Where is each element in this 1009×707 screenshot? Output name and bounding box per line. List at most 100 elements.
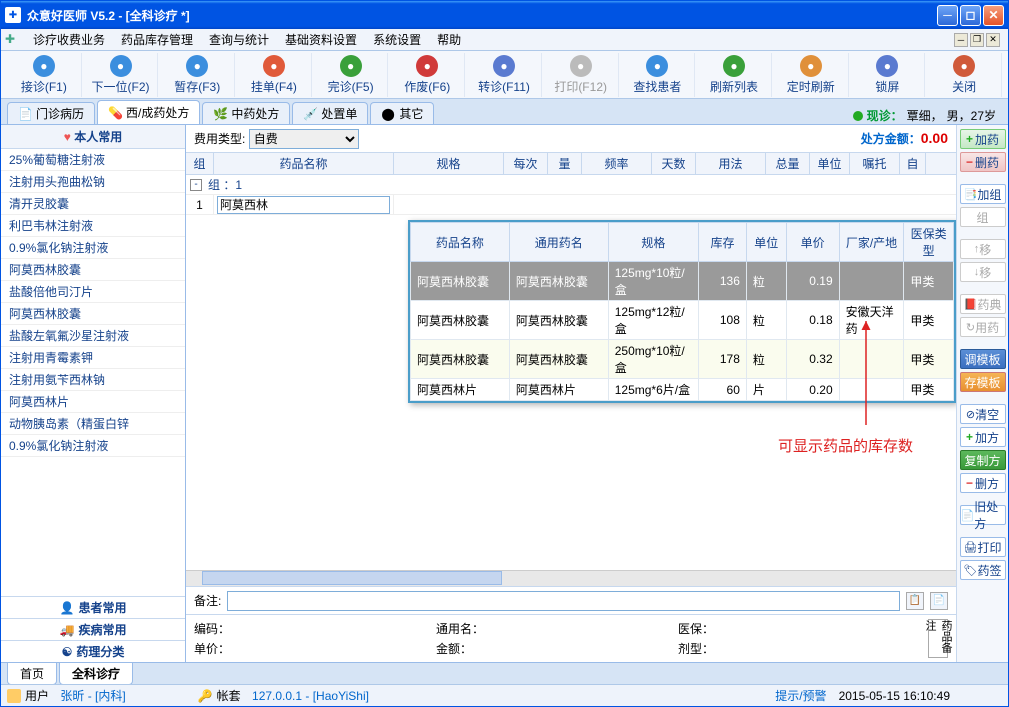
popup-col-header[interactable]: 厂家/产地 — [839, 223, 904, 262]
sidebar-drug-item[interactable]: 利巴韦林注射液 — [1, 215, 185, 237]
toolbar-button[interactable]: ●完诊(F5) — [314, 53, 389, 97]
mdi-minimize[interactable]: ─ — [954, 33, 968, 47]
sidebar-footer-disease[interactable]: 🚚疾病常用 — [1, 618, 185, 640]
print-button[interactable]: 🖨打印 — [960, 537, 1006, 557]
collapse-icon[interactable]: - — [190, 179, 202, 191]
drug-name-input[interactable] — [217, 196, 390, 214]
load-template-button[interactable]: 调模板 — [960, 349, 1006, 369]
popup-col-header[interactable]: 医保类型 — [904, 223, 954, 262]
toolbar-button[interactable]: ●接诊(F1) — [7, 53, 82, 97]
memo-action-2[interactable]: 📄 — [930, 592, 948, 610]
popup-col-header[interactable]: 单价 — [786, 223, 839, 262]
sidebar-footer-patient[interactable]: 👤患者常用 — [1, 596, 185, 618]
menu-item[interactable]: 基础资料设置 — [277, 29, 365, 50]
tab-western-rx[interactable]: 💊西/成药处方 — [97, 100, 200, 124]
del-drug-button[interactable]: −删药 — [960, 152, 1006, 172]
toolbar-button[interactable]: ●转诊(F11) — [467, 53, 542, 97]
menu-item[interactable]: 诊疗收费业务 — [25, 29, 113, 50]
toolbar-button[interactable]: ●作废(F6) — [390, 53, 465, 97]
popup-col-header[interactable]: 通用药名 — [509, 223, 608, 262]
sign-button[interactable]: 🏷药签 — [960, 560, 1006, 580]
grid-col-header[interactable]: 天数 — [652, 153, 696, 174]
memo-action-1[interactable]: 📋 — [906, 592, 924, 610]
toolbar-button[interactable]: ●挂单(F4) — [237, 53, 312, 97]
menubar: ✚ 诊疗收费业务 药品库存管理 查询与统计 基础资料设置 系统设置 帮助 ─ ❐… — [1, 29, 1008, 51]
sidebar-drug-item[interactable]: 阿莫西林胶囊 — [1, 303, 185, 325]
sidebar-drug-item[interactable]: 0.9%氯化钠注射液 — [1, 435, 185, 457]
yin-yang-icon: ☯ — [62, 645, 73, 659]
sidebar-footer-category[interactable]: ☯药理分类 — [1, 640, 185, 662]
add-rx-button[interactable]: +加方 — [960, 427, 1006, 447]
grid-header: 组药品名称规格每次量频率天数用法总量单位嘱托自 — [186, 153, 956, 175]
add-group-button[interactable]: 📑加组 — [960, 184, 1006, 204]
menu-item[interactable]: 药品库存管理 — [113, 29, 201, 50]
toolbar-button[interactable]: ●刷新列表 — [697, 53, 772, 97]
grid-col-header[interactable]: 单位 — [810, 153, 850, 174]
tab-other[interactable]: ⬤其它 — [370, 102, 434, 124]
popup-col-header[interactable]: 药品名称 — [411, 223, 510, 262]
grid-col-header[interactable]: 频率 — [582, 153, 652, 174]
copy-rx-button[interactable]: 复制方 — [960, 450, 1006, 470]
menu-item[interactable]: 查询与统计 — [201, 29, 277, 50]
grid-col-header[interactable]: 用法 — [696, 153, 766, 174]
bottom-tab-clinic[interactable]: 全科诊疗 — [59, 662, 133, 685]
sidebar-drug-item[interactable]: 盐酸倍他司汀片 — [1, 281, 185, 303]
popup-col-header[interactable]: 规格 — [608, 223, 698, 262]
menu-item[interactable]: 系统设置 — [365, 29, 429, 50]
horizontal-scrollbar[interactable] — [186, 570, 956, 586]
alert-link[interactable]: 提示/预警 — [775, 687, 826, 704]
tab-treatment[interactable]: 💉处置单 — [292, 102, 368, 124]
grid-col-header[interactable]: 组 — [186, 153, 214, 174]
old-rx-button[interactable]: 📄旧处方 — [960, 505, 1006, 525]
sidebar-drug-item[interactable]: 注射用氨苄西林钠 — [1, 369, 185, 391]
grid-col-header[interactable]: 每次 — [504, 153, 548, 174]
tab-chinese-rx[interactable]: 🌿中药处方 — [202, 102, 290, 124]
sidebar-drug-item[interactable]: 25%葡萄糖注射液 — [1, 149, 185, 171]
use-drug-button: ↻用药 — [960, 317, 1006, 337]
grid-col-header[interactable]: 嘱托 — [850, 153, 900, 174]
toolbar-button[interactable]: ●关闭 — [927, 53, 1002, 97]
clear-button[interactable]: ⊘清空 — [960, 404, 1006, 424]
maximize-button[interactable]: ◻ — [960, 5, 981, 26]
cost-type-select[interactable]: 自费 — [249, 129, 359, 149]
sidebar-drug-item[interactable]: 0.9%氯化钠注射液 — [1, 237, 185, 259]
toolbar-button[interactable]: ●下一位(F2) — [84, 53, 159, 97]
close-button[interactable]: ✕ — [983, 5, 1004, 26]
del-rx-button[interactable]: −删方 — [960, 473, 1006, 493]
save-template-button[interactable]: 存模板 — [960, 372, 1006, 392]
grid-col-header[interactable]: 自 — [900, 153, 926, 174]
popup-row[interactable]: 阿莫西林胶囊阿莫西林胶囊125mg*10粒/盒136粒0.19甲类 — [411, 262, 954, 301]
popup-row[interactable]: 阿莫西林片阿莫西林片125mg*6片/盒60片0.20甲类 — [411, 379, 954, 401]
mdi-close[interactable]: ✕ — [986, 33, 1000, 47]
minimize-button[interactable]: ─ — [937, 5, 958, 26]
sidebar-drug-item[interactable]: 动物胰岛素（精蛋白锌 — [1, 413, 185, 435]
popup-col-header[interactable]: 单位 — [746, 223, 786, 262]
toolbar-button[interactable]: ●暂存(F3) — [160, 53, 235, 97]
toolbar-button[interactable]: ●定时刷新 — [774, 53, 849, 97]
sidebar-drug-item[interactable]: 注射用青霉素钾 — [1, 347, 185, 369]
group-row[interactable]: -组 ：1 — [186, 175, 956, 195]
popup-row[interactable]: 阿莫西林胶囊阿莫西林胶囊250mg*10粒/盒178粒0.32甲类 — [411, 340, 954, 379]
mdi-restore[interactable]: ❐ — [970, 33, 984, 47]
memo-input[interactable] — [227, 591, 900, 611]
add-drug-button[interactable]: +加药 — [960, 129, 1006, 149]
tab-medical-record[interactable]: 📄门诊病历 — [7, 102, 95, 124]
bottom-tab-home[interactable]: 首页 — [7, 662, 57, 685]
grid-col-header[interactable]: 量 — [548, 153, 582, 174]
sidebar-drug-item[interactable]: 阿莫西林胶囊 — [1, 259, 185, 281]
grid-col-header[interactable]: 规格 — [394, 153, 504, 174]
grid-col-header[interactable]: 总量 — [766, 153, 810, 174]
sidebar-drug-item[interactable]: 阿莫西林片 — [1, 391, 185, 413]
data-row[interactable]: 1 — [186, 195, 956, 215]
sidebar-drug-item[interactable]: 注射用头孢曲松钠 — [1, 171, 185, 193]
toolbar-button[interactable]: ●查找患者 — [621, 53, 696, 97]
menu-item[interactable]: 帮助 — [429, 29, 469, 50]
sidebar-drug-item[interactable]: 盐酸左氧氟沙星注射液 — [1, 325, 185, 347]
popup-row[interactable]: 阿莫西林胶囊阿莫西林胶囊125mg*12粒/盒108粒0.18安徽天洋药甲类 — [411, 301, 954, 340]
pill-icon: 💊 — [108, 106, 122, 120]
toolbar-button[interactable]: ●锁屏 — [851, 53, 926, 97]
status-time: 2015-05-15 16:10:49 — [839, 689, 950, 703]
sidebar-drug-item[interactable]: 清开灵胶囊 — [1, 193, 185, 215]
grid-col-header[interactable]: 药品名称 — [214, 153, 394, 174]
popup-col-header[interactable]: 库存 — [699, 223, 747, 262]
